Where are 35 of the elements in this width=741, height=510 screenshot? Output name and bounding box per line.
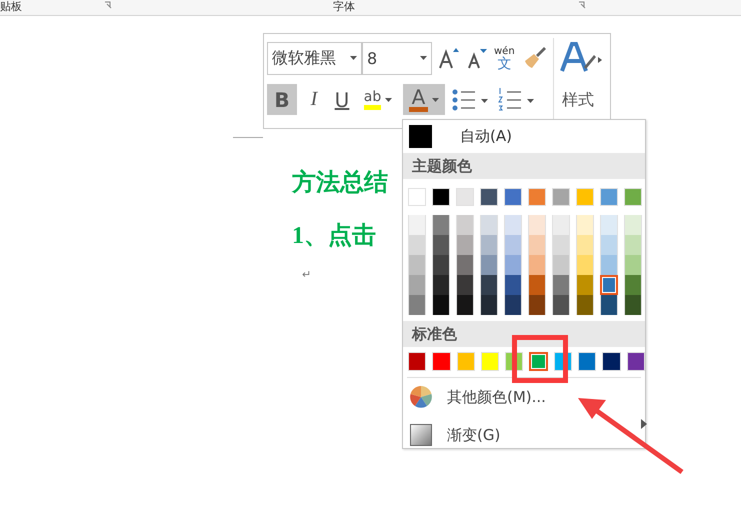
shrink-font-icon[interactable] [466,46,488,70]
paragraph-mark: ↵ [302,268,312,281]
gradient-icon [409,423,433,447]
bullet-list-icon[interactable] [451,86,491,112]
menu-item[interactable]: 渐变(G) [403,416,645,454]
menu-item[interactable]: 其他颜色(M)... [403,378,645,416]
italic-button[interactable]: I [303,84,325,115]
group-label: 贴板 [0,0,22,14]
font-size-field[interactable]: 8 [362,42,432,74]
automatic-color-item[interactable]: 自动(A) [403,120,645,153]
section-header: 标准色 [403,321,645,347]
color-swatch[interactable] [600,275,618,295]
phonetic-guide-button[interactable]: wén 文 [494,46,515,70]
group-label: 字体 [333,0,355,14]
caret-icon [385,98,392,102]
caret-icon [432,98,440,102]
color-swatch[interactable] [529,352,548,371]
numbered-list-icon[interactable] [497,86,537,112]
color-wheel-icon [409,385,433,409]
grow-font-icon[interactable] [438,46,460,70]
styles-label: 样式 [562,90,594,111]
bold-button[interactable]: B [267,84,297,115]
highlight-button[interactable]: ab [359,84,397,115]
highlight-frame [512,335,568,383]
section-header: 主题颜色 [403,153,645,179]
submenu-arrow-icon [641,419,647,429]
dialog-launcher-icon[interactable] [104,1,112,9]
font-color-button[interactable]: A [403,84,445,115]
dialog-launcher-icon[interactable] [578,1,586,9]
document-step: 1、点击 [292,214,376,258]
document-heading: 方法总结 [292,167,388,198]
caret-icon [350,56,357,60]
font-field[interactable]: 微软雅黑 [267,42,362,74]
caret-icon [420,56,427,60]
underline-button[interactable]: U [331,84,353,115]
